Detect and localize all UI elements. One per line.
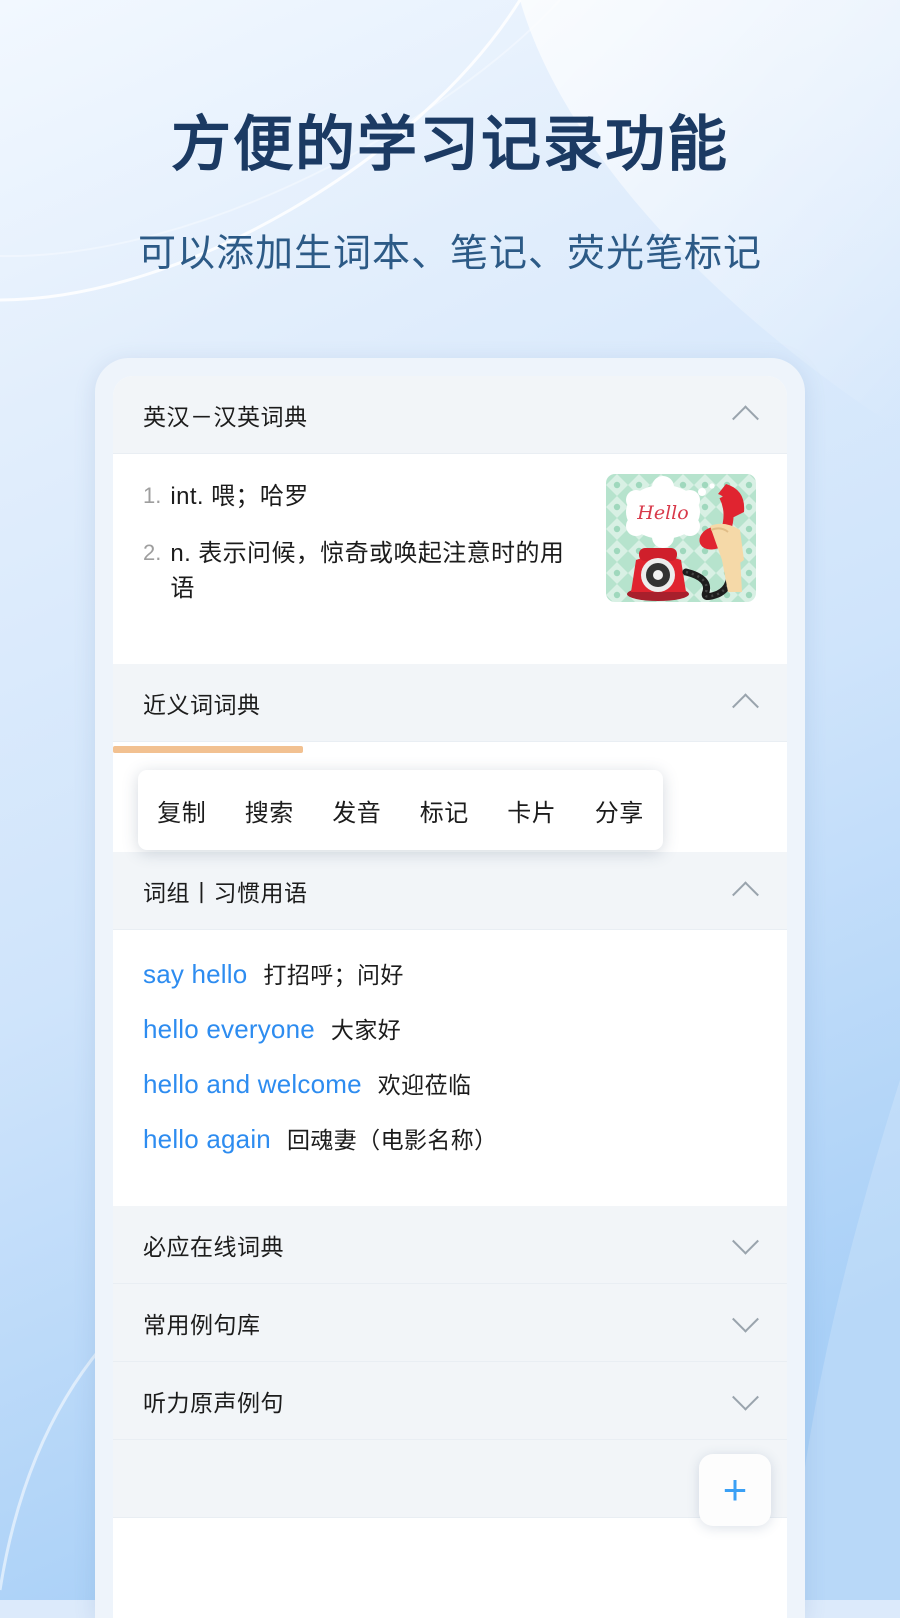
phrase-chinese: 大家好 (330, 1017, 402, 1043)
phrase-chinese: 欢迎莅临 (377, 1072, 472, 1098)
list-item[interactable]: say hello 打招呼；问好 (143, 956, 757, 990)
phrase-chinese: 打招呼；问好 (263, 962, 404, 988)
menu-item-search[interactable]: 搜索 (226, 793, 314, 828)
section-header-synonyms[interactable]: 近义词词典 (113, 664, 787, 742)
list-item[interactable]: hello again 回魂妻（电影名称） (143, 1121, 757, 1155)
section-header-phrases[interactable]: 词组丨习惯用语 (113, 852, 787, 930)
menu-item-mark[interactable]: 标记 (401, 793, 489, 828)
chevron-down-icon[interactable] (732, 1305, 759, 1333)
section-header-extra[interactable] (113, 1440, 787, 1518)
list-item: 1. int. 喂；哈罗 (143, 480, 573, 515)
chevron-up-icon[interactable] (732, 880, 759, 908)
section-title: 听力原声例句 (143, 1389, 284, 1416)
section-title: 常用例句库 (143, 1311, 261, 1338)
phrase-english[interactable]: hello and welcome (143, 1069, 362, 1100)
section-title: 英汉－汉英词典 (143, 403, 308, 430)
phrases-body: say hello 打招呼；问好 hello everyone 大家好 hell… (113, 930, 787, 1206)
section-title: 近义词词典 (143, 691, 261, 718)
section-title: 必应在线词典 (143, 1233, 284, 1260)
chevron-down-icon[interactable] (732, 1227, 759, 1255)
phone-frame: 英汉－汉英词典 1. int. 喂；哈罗 2. n. 表示问候，惊奇或唤起注意时… (95, 358, 805, 1618)
list-item: 2. n. 表示问候，惊奇或唤起注意时的用语 (143, 537, 573, 607)
svg-text:Hello: Hello (636, 502, 688, 524)
highlighter-mark (113, 746, 303, 753)
menu-item-share[interactable]: 分享 (576, 793, 664, 828)
definition-number: 2. (143, 539, 162, 565)
definition-text: n. 表示问候，惊奇或唤起注意时的用语 (170, 539, 565, 602)
definition-text: int. 喂；哈罗 (170, 483, 309, 510)
phrase-chinese: 回魂妻（电影名称） (286, 1127, 498, 1153)
list-item[interactable]: hello and welcome 欢迎莅临 (143, 1066, 757, 1100)
phrase-english[interactable]: say hello (143, 959, 247, 990)
section-header-listening-examples[interactable]: 听力原声例句 (113, 1362, 787, 1440)
chevron-up-icon[interactable] (732, 692, 759, 720)
menu-item-card[interactable]: 卡片 (488, 793, 576, 828)
hello-telephone-image: Hello (606, 474, 756, 602)
section-header-dictionary[interactable]: 英汉－汉英词典 (113, 376, 787, 454)
chevron-up-icon[interactable] (732, 404, 759, 432)
definition-list: 1. int. 喂；哈罗 2. n. 表示问候，惊奇或唤起注意时的用语 (143, 480, 573, 606)
phrase-english[interactable]: hello again (143, 1124, 271, 1155)
menu-item-pronounce[interactable]: 发音 (313, 793, 401, 828)
add-button[interactable]: + (699, 1454, 771, 1526)
section-header-example-sentences[interactable]: 常用例句库 (113, 1284, 787, 1362)
text-selection-menu[interactable]: 复制 搜索 发音 标记 卡片 分享 (138, 770, 663, 850)
phone-screen: 英汉－汉英词典 1. int. 喂；哈罗 2. n. 表示问候，惊奇或唤起注意时… (113, 376, 787, 1618)
dictionary-body: 1. int. 喂；哈罗 2. n. 表示问候，惊奇或唤起注意时的用语 Hell… (113, 454, 787, 664)
chevron-down-icon[interactable] (732, 1383, 759, 1411)
definition-number: 1. (143, 483, 162, 508)
page-subtitle: 可以添加生词本、笔记、荧光笔标记 (137, 233, 762, 275)
list-item[interactable]: hello everyone 大家好 (143, 1011, 757, 1045)
section-header-bing-dictionary[interactable]: 必应在线词典 (113, 1206, 787, 1284)
phrase-english[interactable]: hello everyone (143, 1014, 315, 1045)
menu-item-copy[interactable]: 复制 (138, 793, 226, 828)
section-title: 词组丨习惯用语 (143, 879, 308, 906)
page-title: 方便的学习记录功能 (171, 111, 729, 178)
plus-icon: + (722, 1466, 748, 1513)
